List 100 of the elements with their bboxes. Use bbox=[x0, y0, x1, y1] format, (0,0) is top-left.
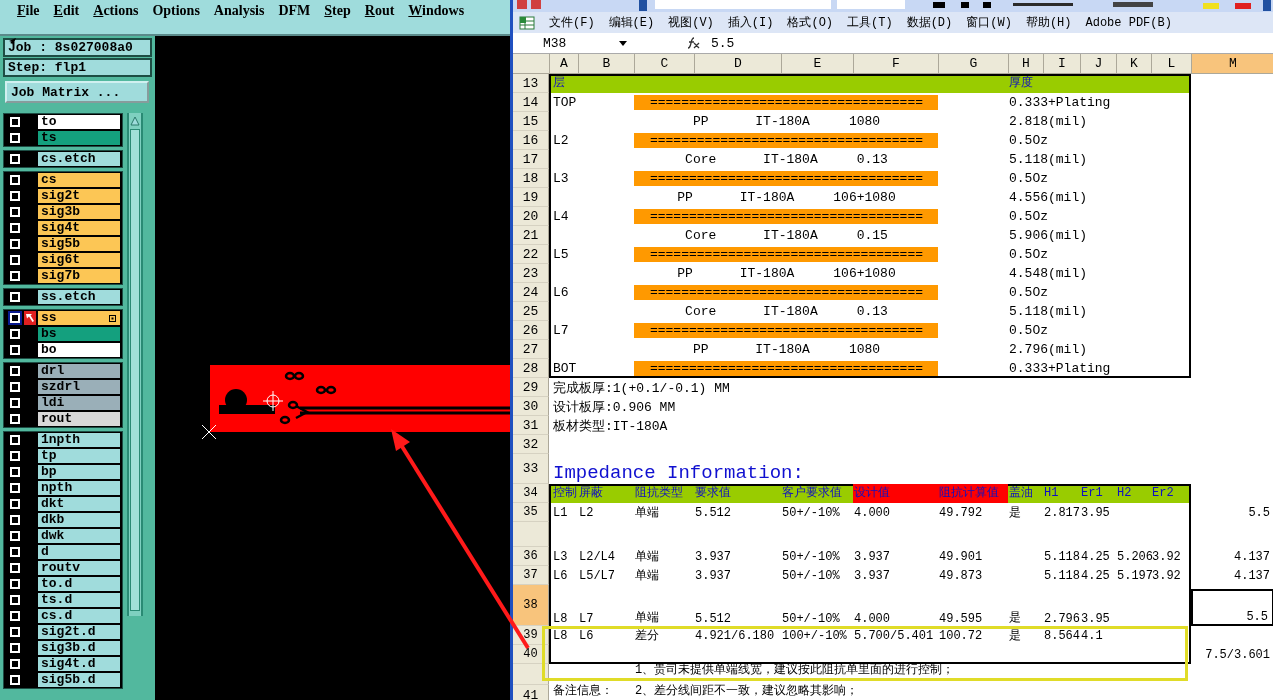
scroll-up-icon[interactable] bbox=[130, 116, 140, 126]
checkbox[interactable] bbox=[8, 481, 22, 495]
row-header[interactable]: 31 bbox=[513, 416, 549, 435]
layer-name[interactable]: sig6t bbox=[38, 253, 120, 267]
layer-name[interactable]: npth bbox=[38, 481, 120, 495]
row-header[interactable]: 16 bbox=[513, 131, 549, 150]
menu-item[interactable]: Actions bbox=[86, 2, 146, 20]
checkbox[interactable] bbox=[8, 290, 22, 304]
layer-name[interactable]: sig2t bbox=[38, 189, 120, 203]
layer-name[interactable]: sig3b bbox=[38, 205, 120, 219]
job-matrix-button[interactable]: Job Matrix ... bbox=[5, 81, 149, 103]
column-header[interactable]: A bbox=[549, 54, 578, 73]
layer-name[interactable]: sig4t.d bbox=[38, 657, 120, 671]
row-header[interactable]: 38 bbox=[513, 585, 549, 626]
layer-name[interactable]: bo bbox=[38, 343, 120, 357]
column-header[interactable]: K bbox=[1116, 54, 1151, 73]
column-header[interactable]: C bbox=[634, 54, 694, 73]
checkbox[interactable] bbox=[8, 364, 22, 378]
row-header[interactable]: 41 bbox=[513, 685, 549, 700]
layer-name[interactable]: ss bbox=[38, 311, 120, 325]
column-header[interactable]: E bbox=[781, 54, 853, 73]
row-header[interactable]: 33 bbox=[513, 454, 549, 484]
column-header[interactable]: M bbox=[1191, 54, 1273, 73]
row-header[interactable]: 35 bbox=[513, 503, 549, 522]
column-header[interactable]: J bbox=[1080, 54, 1116, 73]
menu-item[interactable]: DFM bbox=[271, 2, 318, 20]
row-header[interactable]: 28 bbox=[513, 359, 549, 378]
checkbox[interactable] bbox=[8, 625, 22, 639]
checkbox[interactable] bbox=[8, 657, 22, 671]
menu-item[interactable]: Edit bbox=[46, 2, 87, 20]
row-header[interactable]: 20 bbox=[513, 207, 549, 226]
menu-item[interactable]: 文件(F) bbox=[549, 14, 595, 31]
row-header[interactable]: 40 bbox=[513, 645, 549, 664]
dropdown-icon[interactable] bbox=[619, 40, 627, 46]
layer-name[interactable]: cs.etch bbox=[38, 152, 120, 166]
layer-name[interactable]: drl bbox=[38, 364, 120, 378]
checkbox[interactable] bbox=[8, 311, 22, 325]
row-header[interactable]: 37 bbox=[513, 566, 549, 585]
layer-name[interactable]: ss.etch bbox=[38, 290, 120, 304]
menu-item[interactable]: File bbox=[10, 2, 47, 20]
checkbox[interactable] bbox=[8, 189, 22, 203]
function-icon[interactable] bbox=[685, 37, 701, 49]
checkbox[interactable] bbox=[8, 673, 22, 687]
layer-name[interactable]: 1npth bbox=[38, 433, 120, 447]
menu-item[interactable]: Adobe PDF(B) bbox=[1085, 15, 1172, 30]
checkbox[interactable] bbox=[8, 380, 22, 394]
checkbox[interactable] bbox=[8, 545, 22, 559]
row-header[interactable]: 18 bbox=[513, 169, 549, 188]
checkbox[interactable] bbox=[8, 221, 22, 235]
menu-item[interactable]: Analysis bbox=[206, 2, 272, 20]
layer-name[interactable]: sig2t.d bbox=[38, 625, 120, 639]
column-header[interactable]: B bbox=[578, 54, 634, 73]
checkbox[interactable] bbox=[8, 561, 22, 575]
checkbox[interactable] bbox=[8, 577, 22, 591]
layer-name[interactable]: sig5b bbox=[38, 237, 120, 251]
menu-item[interactable]: 工具(T) bbox=[847, 14, 893, 31]
column-header[interactable]: D bbox=[694, 54, 781, 73]
row-header[interactable]: 34 bbox=[513, 484, 549, 503]
menu-item[interactable]: 窗口(W) bbox=[966, 14, 1012, 31]
row-header[interactable]: 14 bbox=[513, 93, 549, 112]
row-header[interactable]: 13 bbox=[513, 74, 549, 93]
layer-name[interactable]: szdrl bbox=[38, 380, 120, 394]
row-header[interactable]: 32 bbox=[513, 435, 549, 454]
row-header[interactable]: 19 bbox=[513, 188, 549, 207]
checkbox[interactable] bbox=[8, 433, 22, 447]
menu-item[interactable]: 插入(I) bbox=[727, 14, 774, 31]
checkbox[interactable] bbox=[8, 529, 22, 543]
checkbox[interactable] bbox=[8, 115, 22, 129]
checkbox[interactable] bbox=[8, 253, 22, 267]
checkbox[interactable] bbox=[8, 327, 22, 341]
layer-name[interactable]: sig7b bbox=[38, 269, 120, 283]
menu-item[interactable]: 格式(O) bbox=[787, 14, 834, 31]
layer-name[interactable]: to bbox=[38, 115, 120, 129]
layer-name[interactable]: ts.d bbox=[38, 593, 120, 607]
layer-name[interactable]: to.d bbox=[38, 577, 120, 591]
row-header[interactable]: 22 bbox=[513, 245, 549, 264]
checkbox[interactable] bbox=[8, 593, 22, 607]
row-header[interactable]: 21 bbox=[513, 226, 549, 245]
checkbox[interactable] bbox=[8, 449, 22, 463]
checkbox[interactable] bbox=[8, 497, 22, 511]
menu-item[interactable]: Windows bbox=[401, 2, 472, 20]
name-box[interactable]: M38 bbox=[513, 35, 633, 51]
layer-name[interactable]: ldi bbox=[38, 396, 120, 410]
scrollbar[interactable] bbox=[127, 113, 143, 616]
column-header[interactable]: F bbox=[853, 54, 938, 73]
menu-item[interactable]: Step bbox=[317, 2, 358, 20]
checkbox[interactable] bbox=[8, 237, 22, 251]
layer-name[interactable]: sig5b.d bbox=[38, 673, 120, 687]
menu-item[interactable]: Options bbox=[145, 2, 207, 20]
checkbox[interactable] bbox=[8, 412, 22, 426]
layer-name[interactable]: tp bbox=[38, 449, 120, 463]
layer-name[interactable]: dkt bbox=[38, 497, 120, 511]
checkbox[interactable] bbox=[8, 152, 22, 166]
formula-field[interactable]: 5.5 bbox=[709, 35, 735, 51]
checkbox[interactable] bbox=[8, 205, 22, 219]
checkbox[interactable] bbox=[8, 343, 22, 357]
row-header[interactable]: 27 bbox=[513, 340, 549, 359]
checkbox[interactable] bbox=[8, 609, 22, 623]
row-header[interactable]: 24 bbox=[513, 283, 549, 302]
row-header[interactable]: 23 bbox=[513, 264, 549, 283]
